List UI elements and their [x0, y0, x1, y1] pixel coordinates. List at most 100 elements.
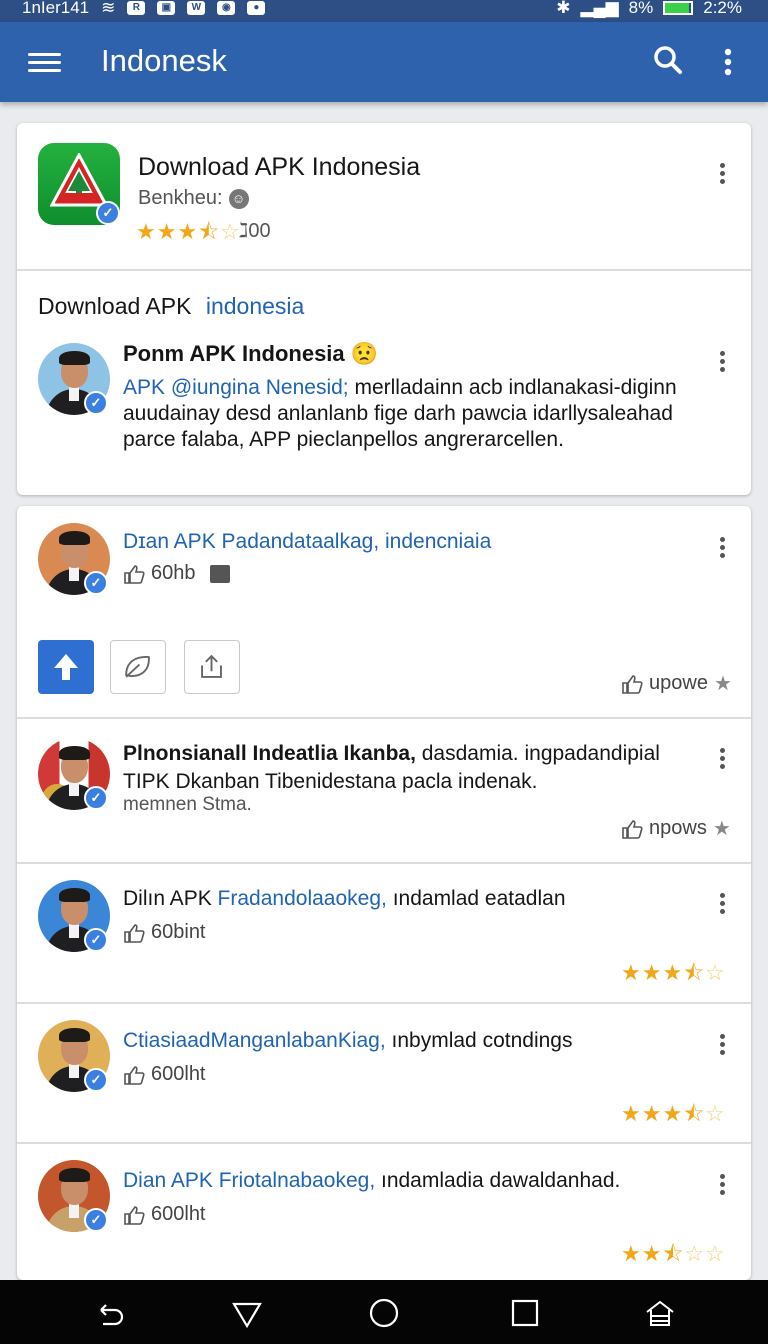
feed-card: ✓ Dɪan APK Padandataalkag, indencniaia 6… [17, 506, 751, 1280]
thumbs-up-icon[interactable] [123, 1205, 145, 1225]
featured-post-body: APK @iungina Nenesid; merlladainn acb in… [123, 375, 723, 453]
divider [17, 1142, 751, 1144]
home-circle-icon[interactable] [367, 1296, 401, 1330]
more-vert-icon[interactable] [716, 46, 740, 78]
app-logo[interactable]: ✓ [38, 143, 120, 225]
item-more-icon[interactable] [717, 535, 727, 561]
wifi-icon: ≋ [101, 0, 116, 17]
thumbs-up-icon [622, 674, 643, 694]
battery-icon [663, 1, 694, 15]
gallery-icon: ▣ [157, 1, 176, 15]
feed-item-title-link[interactable]: Dian APK Friotalnabaokeg, [123, 1169, 375, 1192]
star-full-icon: ★ [621, 1101, 642, 1126]
thumbs-up-icon[interactable] [123, 1065, 145, 1085]
arrow-up-icon [54, 654, 78, 680]
star-full-icon: ★ [641, 1241, 663, 1266]
share-button[interactable] [184, 640, 240, 694]
bluetooth-icon: ✱ [556, 0, 571, 17]
app-bar-title: Indonesk [101, 43, 227, 78]
verified-badge-icon: ✓ [96, 201, 120, 225]
mail-icon: W [187, 1, 206, 15]
feed-item-title[interactable]: Dɪan APK Padandataalkag, indencniaia [123, 530, 491, 554]
status-bar: 1nIer141 ≋ R ▣ W ◉ ● ✱ ▂▄▆ 8% 2:2% [0, 0, 768, 22]
star-full-icon: ★ [662, 1101, 684, 1126]
feed-item-title-rest: ındamlad eatadlan [386, 887, 566, 910]
star-full-icon: ★ [662, 960, 684, 985]
app-bar: Indonesk [0, 22, 768, 102]
item-more-icon[interactable] [717, 891, 727, 917]
like-count: 600lht [151, 1063, 206, 1085]
star-full-icon: ★ [136, 219, 157, 244]
star-empty-icon: ☆ [220, 219, 241, 244]
post-more-icon[interactable] [717, 349, 727, 375]
app-subtitle: Benkheu: [138, 187, 223, 209]
avatar[interactable]: ✓ [38, 738, 110, 810]
avatar[interactable]: ✓ [38, 343, 110, 415]
star-full-icon: ★ [641, 960, 663, 985]
divider [17, 717, 751, 719]
avatar[interactable]: ✓ [38, 523, 110, 595]
star-empty-icon: ☆ [705, 960, 726, 985]
feed-item-title: CtiasiaadManganlabanKiag, ınbymlad cotnd… [123, 1029, 572, 1053]
thumbs-up-icon[interactable] [123, 923, 145, 943]
app-more-icon[interactable] [717, 161, 727, 187]
notification-icon: R [127, 1, 146, 15]
back-icon[interactable] [91, 1296, 125, 1330]
calendar-icon [209, 564, 230, 583]
like-count: 60bint [151, 921, 206, 943]
item-more-icon[interactable] [717, 746, 727, 772]
star-empty-icon: ☆ [705, 1241, 726, 1266]
house-icon[interactable] [643, 1296, 677, 1330]
verified-badge-icon: ✓ [84, 928, 108, 952]
item-more-icon[interactable] [717, 1172, 727, 1198]
feed-item-title-rest: ındamladia dawaldanhad. [375, 1169, 621, 1192]
reaction-row[interactable]: upowe ★ [621, 671, 732, 696]
feed-item-title-bold: Dilın APK [123, 887, 212, 910]
comment-button[interactable] [110, 640, 166, 694]
feed-item-title-link[interactable]: CtiasiaadManganlabanKiag, [123, 1029, 386, 1052]
reaction-row[interactable]: npows ★ [621, 816, 731, 841]
star-half-icon: ⯪ [198, 219, 221, 244]
verified-badge-icon: ✓ [84, 571, 108, 595]
avatar[interactable]: ✓ [38, 1160, 110, 1232]
star-icon: ★ [713, 673, 732, 695]
reaction-label: npows [649, 817, 707, 839]
item-more-icon[interactable] [717, 1032, 727, 1058]
share-icon [201, 654, 222, 678]
upvote-button[interactable] [38, 640, 94, 694]
avatar[interactable]: ✓ [38, 880, 110, 952]
emoji-icon: 😟 [350, 341, 379, 366]
divider [17, 269, 751, 271]
rating-count: ℷ00 [239, 220, 271, 242]
hamburger-menu-icon[interactable] [28, 50, 61, 74]
rating-stars: ★★★⯪☆ [621, 956, 726, 994]
thumbs-up-icon[interactable] [123, 564, 145, 584]
feed-item-title: Dilın APK Fradandolaaokeg, ındamlad eata… [123, 887, 566, 911]
app-logo-icon [50, 153, 108, 207]
star-full-icon: ★ [156, 219, 178, 244]
like-count-row: 600lht [123, 1203, 206, 1226]
like-count: 60hb [151, 562, 196, 584]
star-full-icon: ★ [621, 960, 642, 985]
divider [17, 862, 751, 864]
app-card: ✓ Download APK Indonesia Benkheu: ☺ ★★★⯪… [17, 123, 751, 495]
battery-percent: 8% [628, 0, 654, 17]
star-empty-icon: ☆ [705, 1101, 726, 1126]
home-triangle-icon[interactable] [230, 1296, 264, 1330]
app-title: Download APK Indonesia [138, 153, 421, 181]
avatar[interactable]: ✓ [38, 1020, 110, 1092]
section-title-link[interactable]: indonesia [206, 293, 304, 319]
rating-stars: ★★★⯪☆ [621, 1097, 726, 1135]
star-empty-icon: ☆ [684, 1241, 706, 1266]
post-body-link[interactable]: APK @iungina Nenesid; [123, 376, 349, 399]
feed-item-meta: memnen Stma. [123, 794, 252, 815]
star-half-icon: ⯪ [683, 960, 706, 985]
star-full-icon: ★ [177, 219, 199, 244]
feed-item-title-bold: Plnonsianall Indeatlia Ikanba, [123, 742, 416, 765]
feed-item-title-link[interactable]: Fradandolaaokeg, [212, 887, 387, 910]
feed-item-title: Plnonsianall Indeatlia Ikanba, dasdamia.… [123, 740, 703, 796]
system-nav-bar [0, 1280, 768, 1344]
recents-icon[interactable] [508, 1296, 542, 1330]
thumbs-up-icon [622, 819, 643, 839]
search-icon[interactable] [652, 44, 684, 76]
